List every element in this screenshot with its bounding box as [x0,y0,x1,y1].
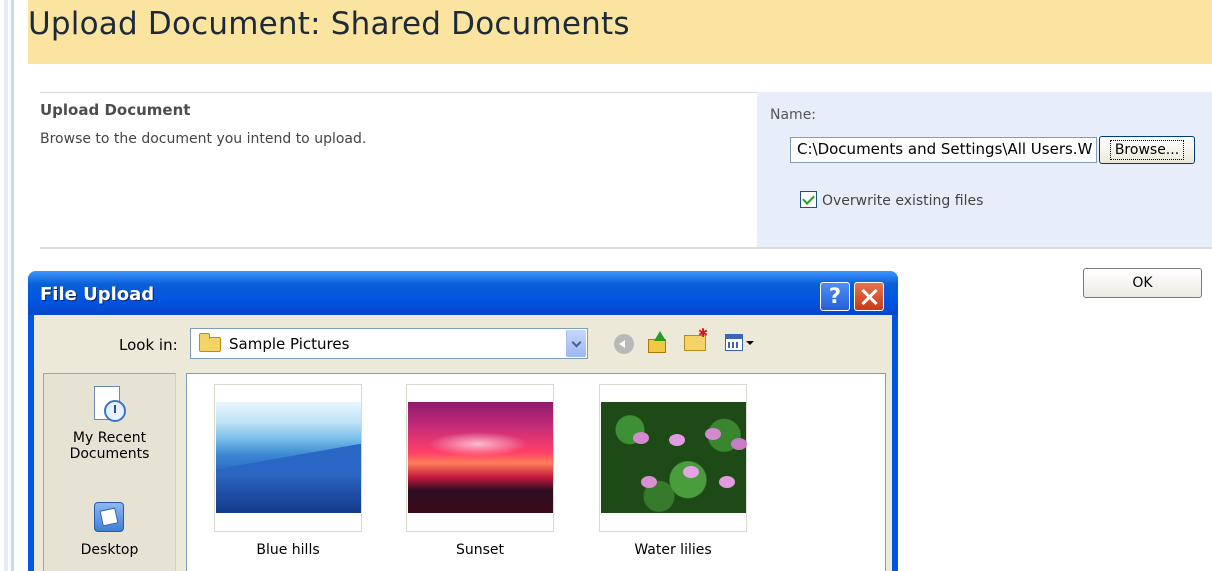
page-title: Upload Document: Shared Documents [28,6,630,42]
chevron-down-icon[interactable] [566,330,586,357]
browse-button[interactable]: Browse... [1099,136,1195,164]
close-button[interactable] [854,282,884,311]
file-upload-dialog: File Upload ? Look in: Sample Pictures M… [28,271,898,571]
lookin-dropdown[interactable]: Sample Pictures [190,328,588,359]
file-name: Sunset [455,542,505,558]
thumbnail-frame [214,384,362,532]
views-dropdown-arrow-icon[interactable] [746,341,754,345]
ok-button[interactable]: OK [1083,268,1202,298]
place-desktop[interactable]: Desktop [44,542,175,558]
name-label: Name: [770,107,817,123]
places-bar: My Recent Documents Desktop [43,373,176,571]
section-divider-top [40,92,757,93]
dialog-body: Look in: Sample Pictures My Recent Docum… [34,315,892,571]
thumbnail-frame [406,384,554,532]
up-folder-icon[interactable] [648,331,668,355]
dialog-titlebar[interactable]: File Upload ? [28,271,898,315]
thumbnail-frame [599,384,747,532]
file-item-blue-hills[interactable]: Blue hills [214,384,362,558]
file-name: Blue hills [256,542,320,558]
place-label: Documents [69,446,150,462]
file-item-water-lilies[interactable]: Water lilies [599,384,747,558]
place-label: My Recent [72,430,147,446]
folder-icon [199,333,221,352]
dialog-title: File Upload [40,284,155,305]
file-path-input[interactable]: C:\Documents and Settings\All Users.W [790,137,1097,163]
file-item-sunset[interactable]: Sunset [406,384,554,558]
overwrite-label: Overwrite existing files [822,193,984,209]
section-heading: Upload Document [40,101,191,119]
image-thumbnail [601,402,746,513]
back-icon[interactable] [614,334,634,354]
place-label: Desktop [80,542,139,558]
file-list: Blue hills Sunset Water lilies [186,373,886,571]
overwrite-checkbox[interactable] [800,191,817,208]
upload-fields-panel [757,92,1212,247]
help-button[interactable]: ? [820,282,850,311]
desktop-icon[interactable] [94,502,124,532]
section-divider-bottom [40,247,1212,249]
file-name: Water lilies [634,542,712,558]
browse-button-label: Browse... [1109,140,1185,160]
lookin-label: Look in: [119,336,178,354]
views-menu-icon[interactable] [725,334,743,351]
place-my-recent-documents[interactable]: My Recent Documents [44,430,175,462]
section-description: Browse to the document you intend to upl… [40,131,367,147]
lookin-value: Sample Pictures [229,335,350,353]
recent-documents-icon[interactable] [92,386,126,426]
left-edge-strip [0,0,14,571]
image-thumbnail [408,402,553,513]
image-thumbnail [216,402,361,513]
new-folder-icon[interactable] [684,326,708,351]
